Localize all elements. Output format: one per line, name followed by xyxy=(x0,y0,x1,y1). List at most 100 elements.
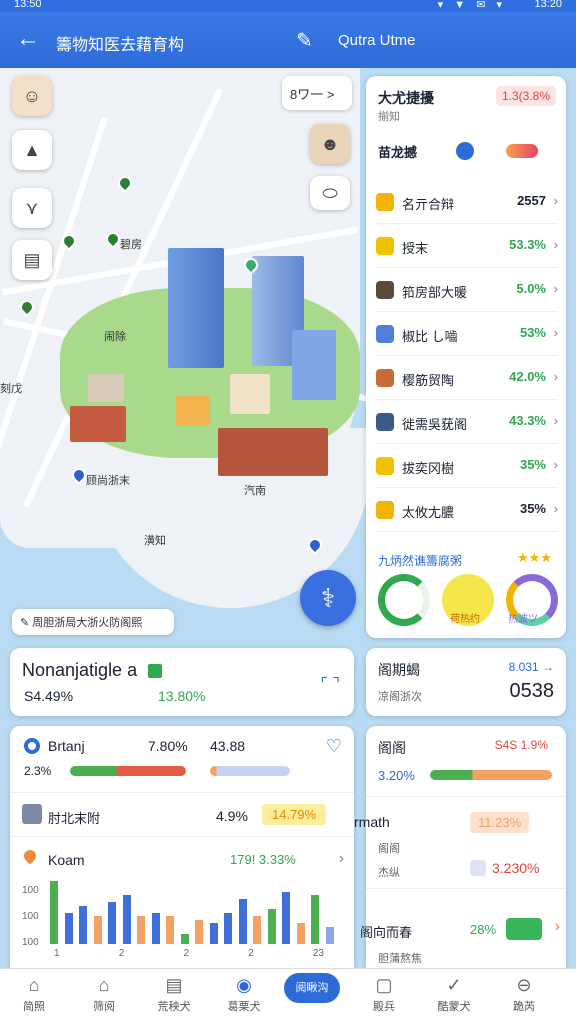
heart-icon[interactable]: ♡ xyxy=(326,736,342,757)
layers-icon[interactable]: ⋎ xyxy=(12,188,52,228)
document-icon[interactable]: ▤ xyxy=(12,240,52,280)
toggle-icon[interactable]: ⬭ xyxy=(310,176,350,210)
stat-row[interactable]: 拔奕冈樹 35% › xyxy=(376,444,558,488)
green-tag-icon xyxy=(148,664,162,678)
map-label: 闹除 xyxy=(104,331,126,343)
summary-title: Nonanjatigle a xyxy=(22,660,138,680)
chart-x-axis: 1 2 2 2 23 xyxy=(54,948,324,959)
chevron-right-icon[interactable]: › xyxy=(555,918,560,936)
stat-row[interactable]: 名亓合辩 2557 › xyxy=(376,180,558,224)
home-icon: ⌂ xyxy=(28,975,40,995)
edit-icon[interactable]: ✎ xyxy=(296,28,313,53)
nav-item-doc[interactable]: ▤ 荒秧犬 xyxy=(144,975,204,1014)
chevron-right-icon[interactable]: › xyxy=(554,457,558,472)
stethoscope-fab-icon[interactable]: ⚕ xyxy=(300,570,356,626)
location-pin-icon xyxy=(21,847,39,865)
chart-bar xyxy=(93,916,102,944)
summary-value-right: 13.80% xyxy=(158,688,206,704)
avatar[interactable]: ☺ xyxy=(12,76,52,116)
row-icon xyxy=(376,501,394,519)
map-label: 潢知 xyxy=(144,535,166,547)
blue-drop-icon[interactable] xyxy=(456,142,474,160)
flame-icon[interactable] xyxy=(506,144,538,158)
chevron-right-icon[interactable]: › xyxy=(554,413,558,428)
stat-top-right[interactable]: 8.031 → xyxy=(509,660,554,674)
stat-row[interactable]: 徙需吳莸阁 43.3% › xyxy=(376,400,558,444)
building xyxy=(218,428,328,476)
scan-icon[interactable]: ⌜ ⌝ xyxy=(321,674,340,694)
chart-bar xyxy=(50,881,58,944)
search-chip[interactable]: 8ワ一 > xyxy=(282,76,352,110)
toggle-switch[interactable] xyxy=(506,918,542,940)
chart-bar xyxy=(79,905,87,944)
stat-title: 阁期蝎 xyxy=(378,662,420,678)
landmark-icon[interactable]: ▲ xyxy=(12,130,52,170)
map-label: 顾尚浙末 xyxy=(86,475,130,487)
row-label: 授末 xyxy=(402,241,429,256)
chart-bar xyxy=(238,898,247,944)
metrics-card: Brtanj 7.80% 43.88 ♡ 2.3% 肘北末附 4.9% 14.7… xyxy=(10,726,354,968)
row-icon xyxy=(376,457,394,475)
stat-row[interactable]: 太攸尢膿 35% › xyxy=(376,488,558,532)
building xyxy=(230,374,270,414)
chevron-right-icon[interactable]: › xyxy=(554,369,558,384)
square-icon xyxy=(470,860,486,876)
chart-bar xyxy=(224,912,232,944)
chart-bar xyxy=(166,916,174,944)
nav-item-house[interactable]: ⌂ 筛阅 xyxy=(74,975,134,1014)
chart-bar xyxy=(282,891,290,944)
status-time-right: 13:20 xyxy=(534,0,562,10)
thumbnail-avatar[interactable]: ☻ xyxy=(310,124,350,164)
nav-item-check[interactable]: ✓ 酷蒙犬 xyxy=(424,975,484,1014)
row-label: 拔奕冈樹 xyxy=(402,461,455,476)
building xyxy=(176,396,210,426)
summary-value-left: S4.49% xyxy=(24,688,74,704)
summary-card[interactable]: Nonanjatigle a S4.49% 13.80% ⌜ ⌝ xyxy=(10,648,354,716)
rating-label: 九炳然谯籌腐粥 xyxy=(378,554,463,568)
page-title: 籌物知医去藉育构 xyxy=(56,37,185,54)
chevron-right-icon[interactable]: › xyxy=(554,501,558,516)
r-row1-value: S4S 1.9% xyxy=(494,738,548,752)
gauge-label: 热波ツ xyxy=(508,614,538,625)
appbar-right-label[interactable]: Qutra Utme xyxy=(338,32,416,49)
stat-row[interactable]: 授末 53.3% › xyxy=(376,224,558,268)
panel-subtitle: 揃知 xyxy=(378,111,400,123)
nav-item-bag[interactable]: ▢ 殿兵 xyxy=(354,975,414,1014)
nav-item-minus[interactable]: ⊖ 跪芮 xyxy=(494,975,554,1014)
row1-title: Brtanj xyxy=(48,738,85,754)
nav-item-chat[interactable]: ◉ 葛栗犬 xyxy=(214,975,274,1014)
r-row2-badge: 11.23% xyxy=(470,812,530,833)
r-row3-sub: 胆蒲熬焦 xyxy=(378,953,422,965)
chart-xtick: 2 xyxy=(183,948,189,959)
metrics-card-right: 阁阁 S4S 1.9% 3.20% rmath 阁阁 杰纵 11.23% 3.2… xyxy=(354,726,566,968)
building xyxy=(88,374,124,402)
row-label: 筘房部大暖 xyxy=(402,285,468,300)
nav-item-book[interactable]: ▥阅瞅沟 xyxy=(284,973,340,1003)
chevron-right-icon[interactable]: › xyxy=(554,325,558,340)
row2-title: 肘北末附 xyxy=(48,811,101,826)
row3-value: 179! 3.33% xyxy=(230,852,296,867)
chevron-right-icon[interactable]: › xyxy=(339,850,344,868)
chevron-right-icon[interactable]: › xyxy=(554,193,558,208)
doc-icon: ▤ xyxy=(165,975,183,995)
row1-amount: 43.88 xyxy=(210,738,246,754)
row1-sub: 2.3% xyxy=(24,764,52,778)
stat-row[interactable]: 筘房部大暖 5.0% › xyxy=(376,268,558,312)
nav-label: 简照 xyxy=(23,1001,45,1013)
chart-bar xyxy=(64,912,73,944)
chevron-right-icon[interactable]: › xyxy=(554,281,558,296)
progress-bar xyxy=(430,770,552,780)
chart-bar xyxy=(180,933,189,944)
nav-item-home[interactable]: ⌂ 简照 xyxy=(4,975,64,1014)
row-icon xyxy=(376,281,394,299)
stat-card[interactable]: 阁期蝎 凉阁浙次 8.031 → 0538 xyxy=(366,648,566,716)
right-stats-panel: 大尤捷擾 揃知 1.3(3.8% 苗龙撼 名亓合辩 2557 › 授末 53.3% › 筘房… xyxy=(366,76,566,638)
stat-row[interactable]: 椒比 し嚙 53% › xyxy=(376,312,558,356)
row-icon xyxy=(376,325,394,343)
stat-row[interactable]: 樱筋贸陶 42.0% › xyxy=(376,356,558,400)
building xyxy=(70,406,126,442)
back-arrow-icon[interactable]: ← xyxy=(16,25,40,53)
bottom-nav: ⌂ 简照 ⌂ 筛阅 ▤ 荒秧犬 ◉ 葛栗犬 ▥阅瞅沟 ▢ 殿兵 ✓ 酷蒙犬 ⊖ 跪芮 xyxy=(0,968,576,1024)
chevron-right-icon[interactable]: › xyxy=(554,237,558,252)
row-value: 43.3% xyxy=(509,413,546,428)
